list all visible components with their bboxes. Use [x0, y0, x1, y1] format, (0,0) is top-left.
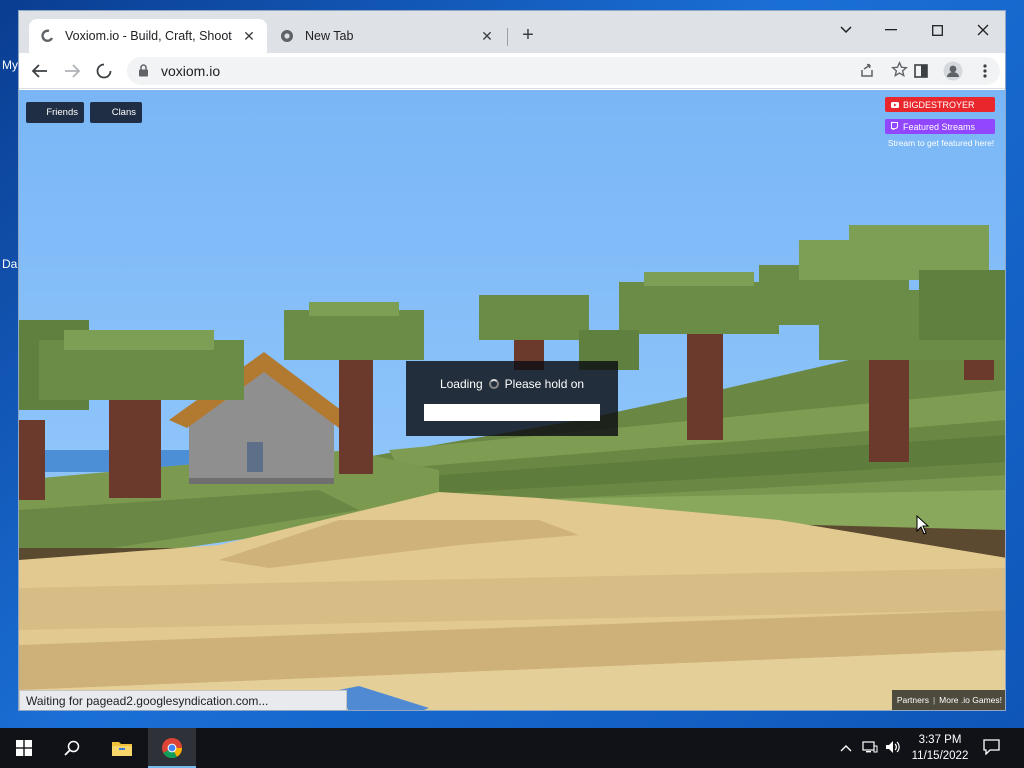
- search-icon[interactable]: [48, 728, 96, 768]
- windows-logo-icon[interactable]: [0, 728, 48, 768]
- back-button[interactable]: [27, 58, 53, 84]
- tab-new-tab[interactable]: New Tab ✕: [269, 19, 505, 53]
- address-bar[interactable]: voxiom.io: [127, 57, 1000, 85]
- loading-spinner-icon[interactable]: [91, 58, 117, 84]
- menu-kebab-icon[interactable]: [972, 58, 998, 84]
- friends-button-label: Friends: [46, 107, 78, 118]
- minimize-button[interactable]: [876, 17, 906, 43]
- star-bookmark-icon[interactable]: [891, 61, 908, 83]
- twitch-icon: [891, 121, 898, 132]
- browser-toolbar: voxiom.io: [19, 53, 1005, 89]
- featured-streams-button[interactable]: Featured Streams: [885, 119, 995, 134]
- forward-button[interactable]: [59, 58, 85, 84]
- network-icon[interactable]: [862, 740, 878, 757]
- tab-voxiom[interactable]: Voxiom.io - Build, Craft, Shoot ✕: [29, 19, 267, 53]
- notification-icon[interactable]: [983, 739, 1000, 758]
- chevron-up-icon[interactable]: [840, 740, 852, 755]
- desktop-icon-label[interactable]: My: [2, 58, 18, 72]
- friends-button[interactable]: Friends: [26, 102, 84, 123]
- folder-icon[interactable]: [98, 728, 146, 768]
- url-text: voxiom.io: [161, 63, 221, 79]
- taskbar: 3:37 PM 11/15/2022: [0, 728, 1024, 768]
- footer-links: Partners | More .io Games!: [891, 690, 1005, 710]
- stream-user-badge[interactable]: BIGDESTROYER: [885, 97, 995, 112]
- clock-date: 11/15/2022: [911, 750, 969, 762]
- featured-streams-label: Featured Streams: [903, 121, 976, 132]
- game-viewport[interactable]: Friends Clans BIGDESTROYER Featured Stre…: [19, 90, 1005, 710]
- loading-label: Loading: [439, 377, 483, 391]
- more-games-link[interactable]: More .io Games!: [939, 695, 1002, 705]
- mouse-cursor-icon: [916, 515, 930, 535]
- clans-button-label: Clans: [111, 107, 136, 118]
- clock-time: 3:37 PM: [918, 734, 962, 746]
- tab-search-chevron-icon[interactable]: [831, 17, 861, 43]
- clans-button[interactable]: Clans: [90, 102, 142, 123]
- loading-spinner-icon: [488, 379, 499, 389]
- partners-link[interactable]: Partners: [897, 695, 929, 705]
- new-tab-button[interactable]: +: [517, 25, 539, 47]
- taskbar-clock[interactable]: 3:37 PM 11/15/2022: [904, 732, 976, 764]
- loading-message: Please hold on: [504, 377, 585, 391]
- footer-separator: |: [932, 695, 936, 705]
- volume-icon[interactable]: [885, 740, 901, 757]
- desktop-icon-label[interactable]: Da: [2, 257, 17, 271]
- voxiom-favicon-icon: [39, 28, 55, 44]
- featured-hint-text: Stream to get featured here!: [887, 138, 995, 148]
- youtube-icon: [891, 100, 899, 110]
- lock-icon[interactable]: [138, 64, 149, 82]
- profile-avatar-icon[interactable]: [940, 58, 966, 84]
- stream-user-name: BIGDESTROYER: [903, 99, 975, 110]
- side-panel-icon[interactable]: [908, 58, 934, 84]
- chrome-icon[interactable]: [148, 728, 196, 768]
- tab-title: Voxiom.io - Build, Craft, Shoot: [65, 29, 232, 43]
- close-window-button[interactable]: [968, 17, 998, 43]
- maximize-button[interactable]: [922, 17, 952, 43]
- loading-progress-bar: [424, 404, 600, 421]
- tab-separator: [507, 28, 508, 46]
- status-bubble: Waiting for pagead2.googlesyndication.co…: [19, 690, 347, 710]
- browser-window: Voxiom.io - Build, Craft, Shoot ✕ New Ta…: [18, 10, 1006, 711]
- close-icon[interactable]: ✕: [241, 28, 257, 45]
- close-icon[interactable]: ✕: [479, 28, 495, 45]
- chrome-favicon-icon: [279, 28, 295, 44]
- loading-dialog: Loading Please hold on: [406, 361, 618, 436]
- tab-title: New Tab: [305, 29, 354, 43]
- tab-strip: Voxiom.io - Build, Craft, Shoot ✕ New Ta…: [19, 11, 1005, 53]
- share-icon[interactable]: [859, 62, 875, 83]
